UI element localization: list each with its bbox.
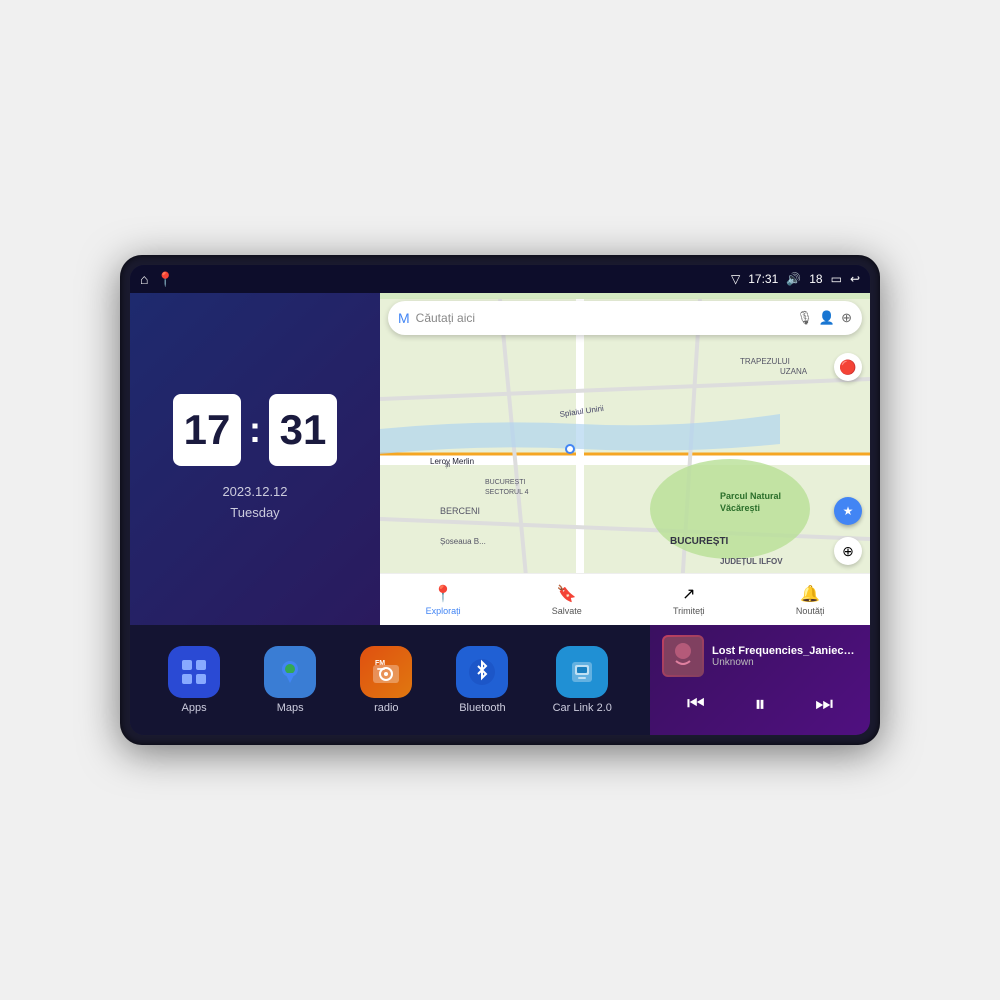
svg-text:Parcul Natural: Parcul Natural	[720, 491, 781, 501]
nav-saved[interactable]: 🔖 Salvate	[552, 584, 582, 616]
minutes-block: 31	[269, 394, 337, 466]
svg-text:Șoseaua B...: Șoseaua B...	[440, 537, 486, 546]
carlink-svg	[568, 658, 596, 686]
music-player: Lost Frequencies_Janieck Devy-... Unknow…	[650, 625, 870, 735]
nav-news[interactable]: 🔔 Noutăți	[796, 584, 825, 616]
map-panel[interactable]: Parcul Natural Văcărești BUCUREȘTI JUDEȚ…	[380, 293, 870, 625]
apps-dock: Apps Maps	[130, 625, 650, 735]
music-info: Lost Frequencies_Janieck Devy-... Unknow…	[712, 645, 858, 668]
map-bottom-bar: 📍 Explorați 🔖 Salvate ↗ Trimiteți 🔔	[380, 573, 870, 625]
radio-label: radio	[374, 702, 398, 714]
bluetooth-app-icon	[456, 646, 508, 698]
carlink-label: Car Link 2.0	[553, 702, 612, 714]
map-location-button[interactable]: ⊕	[834, 537, 862, 565]
back-icon[interactable]: ↩	[850, 272, 860, 286]
hours-digit: 17	[184, 406, 231, 454]
maps-pin-icon: M	[398, 310, 410, 326]
next-button[interactable]: ⏭	[807, 691, 841, 718]
map-search-icons: 🎙 👤 ⊕	[796, 310, 852, 326]
svg-text:BUCUREȘTI: BUCUREȘTI	[485, 479, 526, 486]
maps-label: Maps	[277, 702, 304, 714]
minutes-digit: 31	[280, 406, 327, 454]
svg-text:UZANA: UZANA	[780, 367, 808, 376]
bluetooth-svg	[468, 658, 496, 686]
profile-icon[interactable]: 👤	[819, 310, 835, 326]
news-icon: 🔔	[800, 584, 820, 604]
svg-text:TRAPEZULUI: TRAPEZULUI	[740, 357, 790, 366]
screen: ⌂ 📍 ▽ 17:31 🔊 18 ▭ ↩ 17	[130, 265, 870, 735]
app-carlink[interactable]: Car Link 2.0	[553, 646, 612, 714]
maps-app-icon	[264, 646, 316, 698]
send-label: Trimiteți	[673, 606, 705, 616]
clock-date: 2023.12.12 Tuesday	[222, 482, 287, 524]
news-label: Noutăți	[796, 606, 825, 616]
svg-text:SECTORUL 4: SECTORUL 4	[485, 489, 529, 496]
signal-icon: ▽	[731, 272, 740, 286]
bluetooth-label: Bluetooth	[459, 702, 505, 714]
home-icon[interactable]: ⌂	[140, 271, 148, 287]
status-left: ⌂ 📍	[140, 271, 174, 288]
apps-grid-icon	[180, 658, 208, 686]
day-line: Tuesday	[222, 503, 287, 524]
radio-svg: FM	[371, 657, 401, 687]
prev-button[interactable]: ⏮	[679, 691, 713, 718]
map-red-pin: 🔴	[834, 353, 862, 381]
svg-text:și: și	[445, 462, 451, 469]
apps-label: Apps	[182, 702, 207, 714]
main-content: 17 : 31 2023.12.12 Tuesday	[130, 293, 870, 735]
search-placeholder-text[interactable]: Căutați aici	[416, 311, 791, 325]
music-artist: Unknown	[712, 657, 858, 668]
app-radio[interactable]: FM radio	[360, 646, 412, 714]
svg-text:Leroy Merlin: Leroy Merlin	[430, 457, 474, 466]
send-icon: ↗	[682, 584, 695, 604]
svg-text:BUCUREȘTI: BUCUREȘTI	[670, 536, 729, 547]
svg-text:Văcărești: Văcărești	[720, 503, 760, 513]
volume-level: 18	[809, 272, 822, 286]
music-controls: ⏮ ⏸ ⏭	[662, 683, 858, 725]
svg-text:JUDEȚUL ILFOV: JUDEȚUL ILFOV	[720, 557, 783, 566]
explore-icon: 📍	[433, 584, 453, 604]
play-pause-button[interactable]: ⏸	[746, 689, 773, 719]
hours-block: 17	[173, 394, 241, 466]
date-line: 2023.12.12	[222, 482, 287, 503]
saved-label: Salvate	[552, 606, 582, 616]
music-title: Lost Frequencies_Janieck Devy-...	[712, 645, 858, 657]
volume-icon: 🔊	[786, 272, 801, 286]
status-bar: ⌂ 📍 ▽ 17:31 🔊 18 ▭ ↩	[130, 265, 870, 293]
top-section: 17 : 31 2023.12.12 Tuesday	[130, 293, 870, 625]
apps-icon	[168, 646, 220, 698]
app-apps[interactable]: Apps	[168, 646, 220, 714]
clock-panel: 17 : 31 2023.12.12 Tuesday	[130, 293, 380, 625]
nav-send[interactable]: ↗ Trimiteți	[673, 584, 705, 616]
clock-display: 17 : 31	[173, 394, 337, 466]
svg-text:BERCENI: BERCENI	[440, 506, 480, 516]
map-compass-button[interactable]: ★	[834, 497, 862, 525]
music-top: Lost Frequencies_Janieck Devy-... Unknow…	[662, 635, 858, 677]
layers-icon[interactable]: ⊕	[841, 310, 852, 326]
explore-label: Explorați	[426, 606, 461, 616]
battery-icon: ▭	[831, 272, 842, 286]
car-head-unit: ⌂ 📍 ▽ 17:31 🔊 18 ▭ ↩ 17	[120, 255, 880, 745]
nav-explore[interactable]: 📍 Explorați	[426, 584, 461, 616]
status-right: ▽ 17:31 🔊 18 ▭ ↩	[731, 272, 860, 286]
carlink-app-icon	[556, 646, 608, 698]
time-display: 17:31	[748, 272, 778, 286]
location-icon[interactable]: 📍	[156, 271, 173, 288]
mic-icon[interactable]: 🎙	[796, 310, 813, 326]
maps-pin-svg	[275, 657, 305, 687]
album-art-svg	[664, 637, 702, 675]
map-search-bar[interactable]: M Căutați aici 🎙 👤 ⊕	[388, 301, 862, 335]
saved-icon: 🔖	[557, 584, 577, 604]
music-thumbnail	[662, 635, 704, 677]
clock-colon: :	[249, 409, 261, 451]
app-maps[interactable]: Maps	[264, 646, 316, 714]
bottom-section: Apps Maps	[130, 625, 870, 735]
svg-text:FM: FM	[375, 660, 385, 667]
app-bluetooth[interactable]: Bluetooth	[456, 646, 508, 714]
radio-app-icon: FM	[360, 646, 412, 698]
